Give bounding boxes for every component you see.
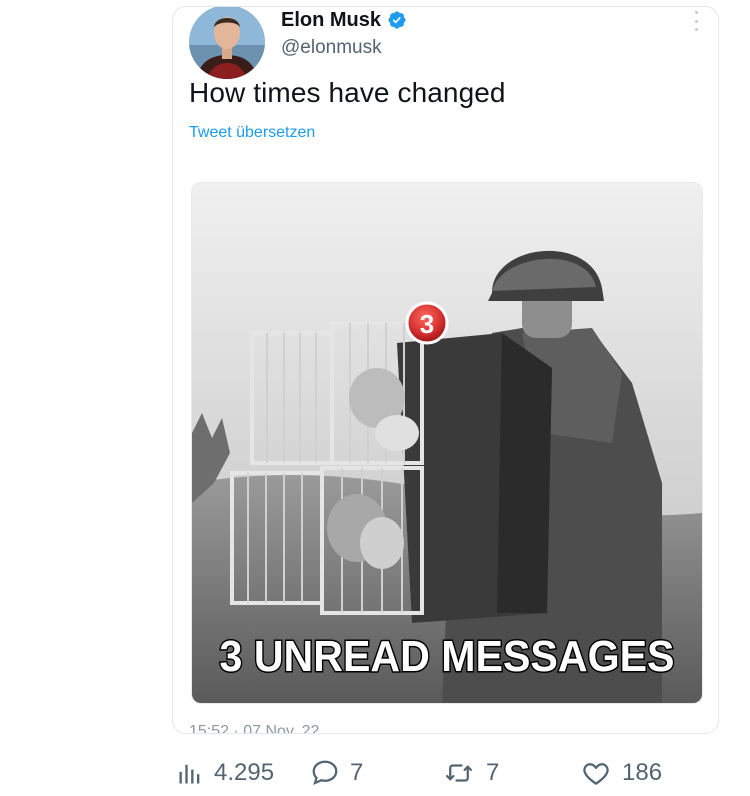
author-name[interactable]: Elon Musk — [281, 9, 381, 32]
notification-badge-count: 3 — [420, 309, 434, 339]
like-count: 186 — [622, 759, 663, 786]
verified-badge-icon — [388, 11, 406, 29]
translate-tweet-link[interactable]: Tweet übersetzen — [189, 124, 315, 142]
speech-bubble-icon — [312, 760, 338, 785]
views-action[interactable]: 4.295 — [176, 756, 274, 790]
avatar-image — [189, 7, 265, 79]
avatar[interactable] — [189, 7, 265, 79]
tweet-timestamp[interactable]: 15:52 · 07 Nov. 22 — [189, 723, 319, 733]
tweet-media-image[interactable]: 3 3 UNREAD MESSAGES — [191, 182, 703, 704]
retweet-action[interactable]: 7 — [442, 756, 499, 790]
tweet-text: How times have changed — [189, 77, 506, 108]
views-count: 4.295 — [214, 759, 275, 786]
meme-caption: 3 UNREAD MESSAGES — [220, 632, 675, 681]
like-action[interactable]: 186 — [580, 756, 662, 790]
more-options-icon[interactable] — [692, 11, 700, 31]
bar-chart-icon — [179, 764, 200, 784]
heart-icon — [583, 763, 609, 785]
tweet-actions-bar: 4.295 7 7 186 — [170, 756, 690, 790]
author-row: Elon Musk — [281, 7, 407, 33]
meme-image: 3 3 UNREAD MESSAGES — [192, 183, 702, 703]
author-handle[interactable]: @elonmusk — [281, 37, 382, 59]
reply-count: 7 — [350, 759, 364, 786]
page: Elon Musk @elonmusk How times have chang… — [0, 0, 750, 796]
retweet-count: 7 — [486, 759, 500, 786]
tweet-card: Elon Musk @elonmusk How times have chang… — [172, 6, 719, 734]
retweet-icon — [446, 764, 472, 782]
reply-action[interactable]: 7 — [310, 756, 363, 790]
